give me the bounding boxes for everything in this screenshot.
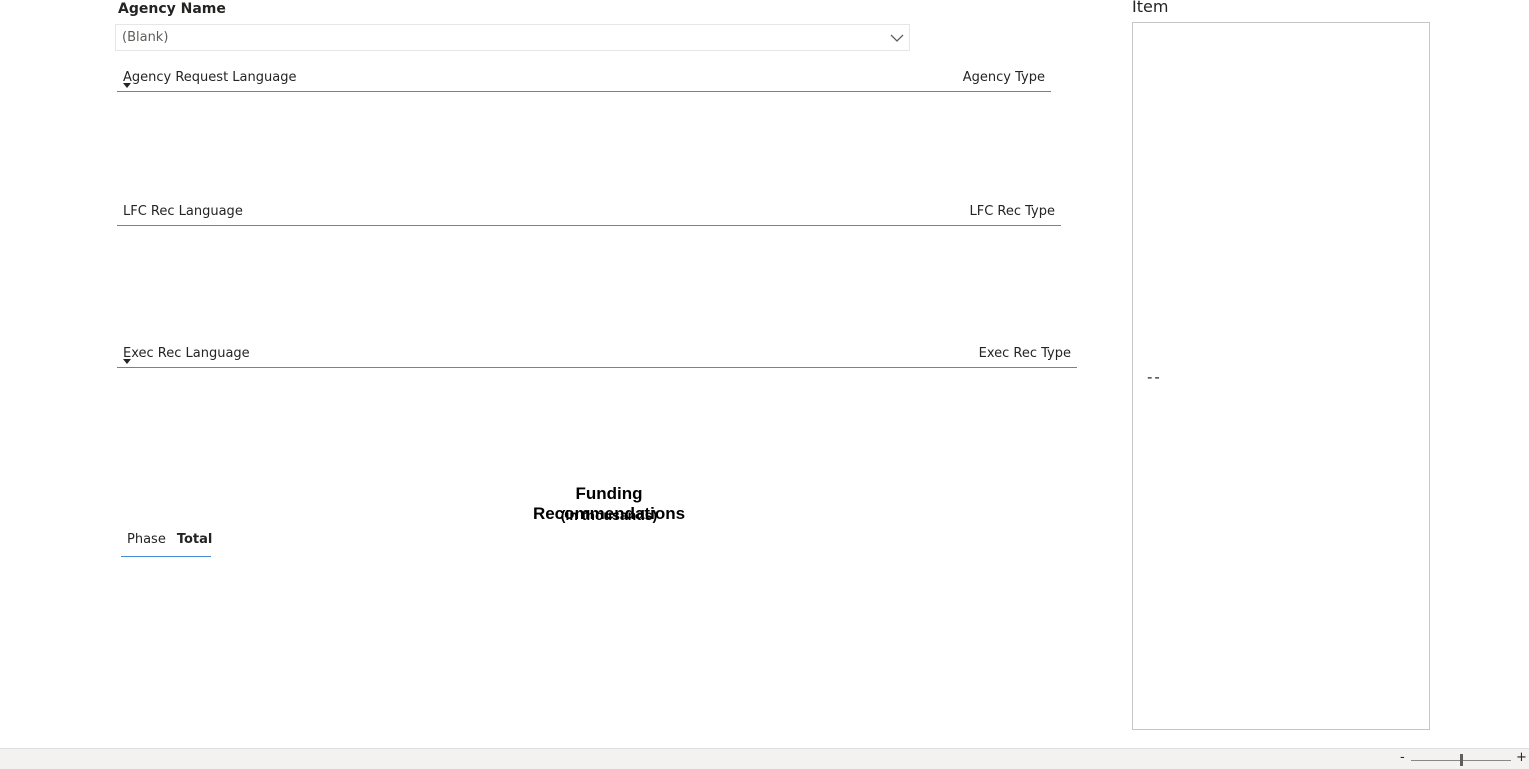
status-bar: - + <box>0 748 1529 769</box>
exec-rec-type-column[interactable]: Exec Rec Type <box>979 346 1071 361</box>
sort-descending-icon[interactable] <box>123 359 131 364</box>
lfc-rec-language-column[interactable]: LFC Rec Language <box>123 204 243 219</box>
item-card-title: Item <box>1132 0 1169 16</box>
sort-descending-icon[interactable] <box>123 83 131 88</box>
item-card: -- <box>1132 22 1430 730</box>
total-column[interactable]: Total <box>177 532 213 556</box>
exec-rec-language-column[interactable]: Exec Rec Language <box>123 346 250 361</box>
zoom-in-button[interactable]: + <box>1516 750 1527 765</box>
funding-recommendations-subtitle: (in thousands) <box>560 507 658 523</box>
agency-request-language-column[interactable]: Agency Request Language <box>123 70 296 85</box>
item-card-value: -- <box>1147 368 1162 386</box>
exec-rec-table-header: Exec Rec Language Exec Rec Type <box>117 344 1077 368</box>
funding-matrix-header: Phase Total <box>121 530 213 557</box>
chevron-down-icon[interactable] <box>889 30 905 46</box>
agency-type-column[interactable]: Agency Type <box>963 70 1045 85</box>
zoom-slider-thumb[interactable] <box>1460 754 1463 766</box>
zoom-out-button[interactable]: - <box>1400 750 1405 765</box>
agency-name-slicer-title: Agency Name <box>118 1 226 17</box>
lfc-rec-table-header: LFC Rec Language LFC Rec Type <box>117 202 1061 226</box>
agency-name-selected-value: (Blank) <box>122 30 169 45</box>
agency-name-dropdown[interactable]: (Blank) <box>115 24 910 51</box>
phase-column[interactable]: Phase <box>127 532 166 556</box>
lfc-rec-type-column[interactable]: LFC Rec Type <box>969 204 1055 219</box>
agency-request-table-header: Agency Request Language Agency Type <box>117 68 1051 92</box>
report-canvas: Agency Name (Blank) Agency Request Langu… <box>0 0 1529 769</box>
